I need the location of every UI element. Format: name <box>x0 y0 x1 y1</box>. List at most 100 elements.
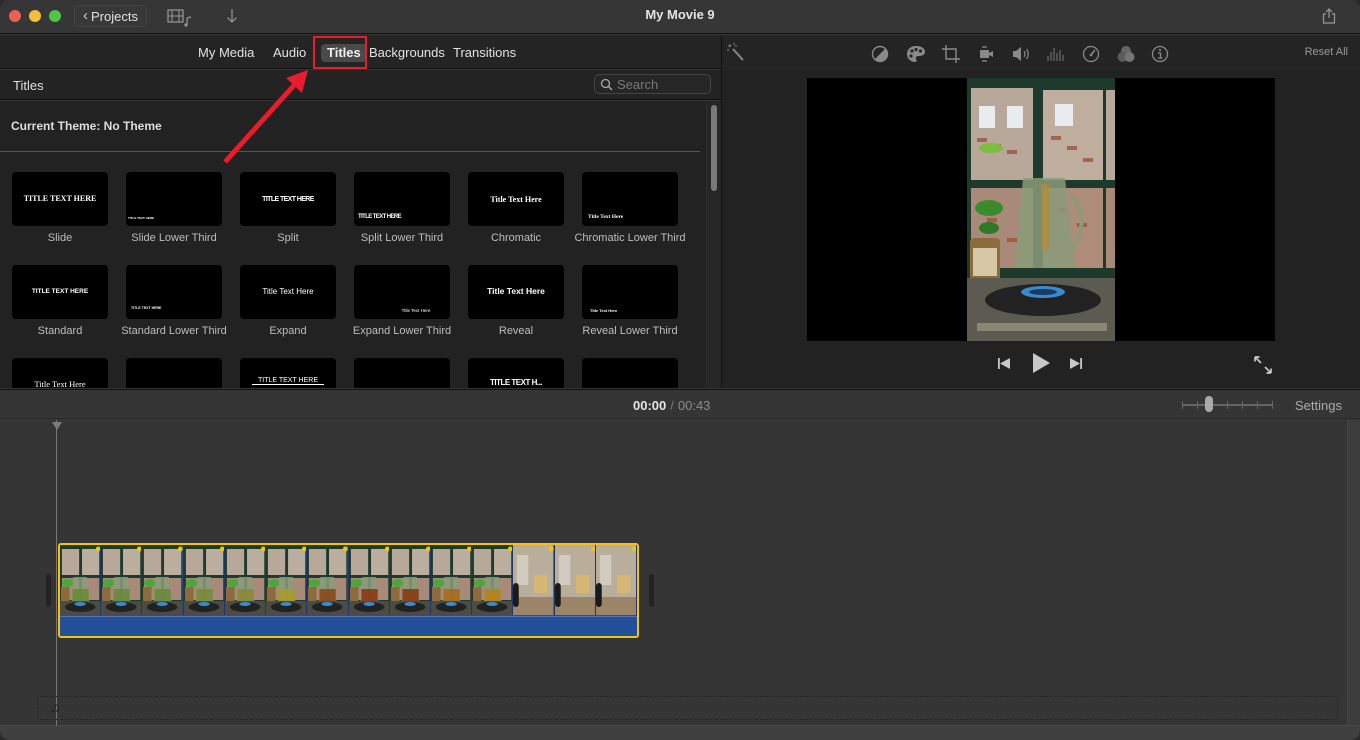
clip-frame-thumbnail <box>183 545 225 615</box>
title-preview-text: TITLE TEXT HERE <box>23 194 97 203</box>
title-thumbnail[interactable]: TITLE TEXT HERE <box>354 172 450 226</box>
title-preview-text: TITLE TEXT H... <box>489 378 543 387</box>
fullscreen-button[interactable] <box>1254 356 1272 379</box>
skip-back-button[interactable] <box>996 355 1012 376</box>
search-icon <box>600 78 613 90</box>
reset-all-button[interactable]: Reset All <box>1305 46 1348 58</box>
title-preview-text: TITLE TEXT HERE <box>262 196 314 203</box>
title-tile[interactable]: TITLE TEXT HERE Split <box>240 172 336 245</box>
tab-my-media[interactable]: My Media <box>198 44 254 62</box>
browser-scroll-thumb[interactable] <box>711 105 717 191</box>
title-tile-label: Expand Lower Third <box>352 325 452 337</box>
title-thumbnail[interactable]: TITLE TEXT H... <box>468 358 564 388</box>
title-thumbnail[interactable]: TITLE TEXT HERE <box>240 358 336 388</box>
title-preview-text: TITLE TEXT HERE <box>252 377 324 385</box>
clip-frame-thumbnail <box>554 545 596 615</box>
title-preview-text: Title Text Here <box>487 286 545 296</box>
title-thumbnail[interactable] <box>582 358 678 388</box>
title-thumbnail[interactable]: TITLE TEXT HERE <box>126 265 222 319</box>
title-tile[interactable]: TITLE TEXT HERE Standard Lower Third <box>121 265 227 338</box>
title-thumbnail[interactable]: Title Text Here <box>582 265 678 319</box>
total-duration: 00:43 <box>677 398 711 413</box>
title-preview-text: TITLE TEXT HERE <box>128 216 155 220</box>
title-tile[interactable]: Title Text Here Expand Lower Third <box>353 265 451 338</box>
title-thumbnail[interactable]: Title Text Here <box>240 265 336 319</box>
bottom-strip <box>0 725 1360 740</box>
clip-audio-waveform <box>60 616 637 636</box>
title-thumbnail[interactable]: Title Text Here <box>468 172 564 226</box>
noise-reduction-icon[interactable] <box>1046 45 1064 63</box>
title-tile[interactable]: Title Text Here Reveal <box>468 265 564 338</box>
volume-icon[interactable] <box>1011 45 1029 63</box>
titles-tab-highlight <box>313 36 367 69</box>
title-tile[interactable]: TITLE TEXT H... <box>468 358 564 388</box>
title-thumbnail[interactable]: Title Text Here <box>12 358 108 388</box>
title-tile[interactable]: TITLE TEXT HERE <box>240 358 336 388</box>
clip-frame-thumbnail <box>595 545 637 615</box>
title-tile-label: Reveal <box>498 325 534 337</box>
title-thumbnail[interactable]: TITLE TEXT HERE <box>240 172 336 226</box>
title-tile[interactable]: TITLE TEXT HERE Standard <box>12 265 108 338</box>
playhead-handle[interactable] <box>52 422 62 430</box>
background-music-well[interactable]: ♫ <box>37 696 1338 720</box>
clip-filter-icon[interactable] <box>1116 45 1135 63</box>
title-thumbnail[interactable]: TITLE TEXT HERE <box>12 265 108 319</box>
search-field[interactable] <box>594 74 711 94</box>
title-tile[interactable]: Title Text Here Chromatic <box>468 172 564 245</box>
magic-wand-icon[interactable] <box>726 42 744 61</box>
timeline-settings-button[interactable]: Settings <box>1295 398 1342 413</box>
clip-frame-thumbnail <box>513 545 555 615</box>
clip-frame-thumbnail <box>307 545 349 615</box>
tab-transitions[interactable]: Transitions <box>453 44 516 62</box>
title-thumbnail[interactable]: Title Text Here <box>468 265 564 319</box>
clip-trim-handle-left[interactable] <box>46 574 51 607</box>
speed-icon[interactable] <box>1082 45 1100 63</box>
current-time: 00:00 <box>633 398 667 413</box>
title-tile[interactable]: TITLE TEXT HERE Slide Lower Third <box>126 172 222 245</box>
title-tile-label: Chromatic Lower Third <box>574 232 686 244</box>
current-theme-label: Current Theme: No Theme <box>11 119 162 133</box>
color-correction-icon[interactable] <box>906 45 925 63</box>
clip-frame-thumbnail <box>348 545 390 615</box>
play-button[interactable] <box>1031 352 1051 379</box>
tab-backgrounds[interactable]: Backgrounds <box>369 44 445 62</box>
title-tile[interactable]: Title Text Here Expand <box>240 265 336 338</box>
title-tile[interactable] <box>354 358 450 388</box>
title-thumbnail[interactable]: TITLE TEXT HERE <box>12 172 108 226</box>
title-thumbnail[interactable]: TITLE TEXT HERE <box>126 172 222 226</box>
title-thumbnail[interactable] <box>126 358 222 388</box>
title-thumbnail[interactable] <box>354 358 450 388</box>
timeline-scrollbar[interactable] <box>1347 420 1360 726</box>
info-icon[interactable] <box>1151 45 1169 63</box>
stabilization-icon[interactable] <box>977 45 995 63</box>
title-tile[interactable]: Title Text Here <box>12 358 108 388</box>
video-clip[interactable] <box>58 543 639 638</box>
title-preview-text: Title Text Here <box>401 308 431 313</box>
clip-trim-handle-right[interactable] <box>649 574 654 607</box>
color-balance-icon[interactable] <box>871 45 889 63</box>
browser-scrollbar[interactable] <box>706 101 721 388</box>
title-preview-text: Title Text Here <box>588 214 624 220</box>
skip-forward-button[interactable] <box>1068 355 1084 376</box>
title-tile-label: Reveal Lower Third <box>582 325 678 337</box>
title-tile[interactable]: TITLE TEXT HERE Split Lower Third <box>354 172 450 245</box>
music-note-icon: ♫ <box>50 699 61 715</box>
title-thumbnail[interactable]: Title Text Here <box>354 265 450 319</box>
timeline-zoom-knob[interactable] <box>1205 396 1214 412</box>
title-tile[interactable] <box>126 358 222 388</box>
title-preview-text: Title Text Here <box>262 287 314 296</box>
title-tile[interactable] <box>582 358 678 388</box>
title-tile[interactable]: Title Text Here Chromatic Lower Third <box>574 172 686 245</box>
clip-frame-thumbnail <box>430 545 473 615</box>
crop-icon[interactable] <box>942 45 960 63</box>
tab-audio[interactable]: Audio <box>273 44 306 62</box>
title-tile[interactable]: Title Text Here Reveal Lower Third <box>582 265 678 338</box>
viewer-toolbar: Reset All <box>722 35 1360 70</box>
timeline-zoom-slider[interactable] <box>1182 401 1273 409</box>
share-icon[interactable] <box>1322 8 1336 24</box>
search-input[interactable] <box>617 76 702 92</box>
playhead[interactable] <box>56 420 57 726</box>
title-thumbnail[interactable]: Title Text Here <box>582 172 678 226</box>
title-tile[interactable]: TITLE TEXT HERE Slide <box>12 172 108 245</box>
title-tile-label: Slide Lower Third <box>131 232 217 244</box>
